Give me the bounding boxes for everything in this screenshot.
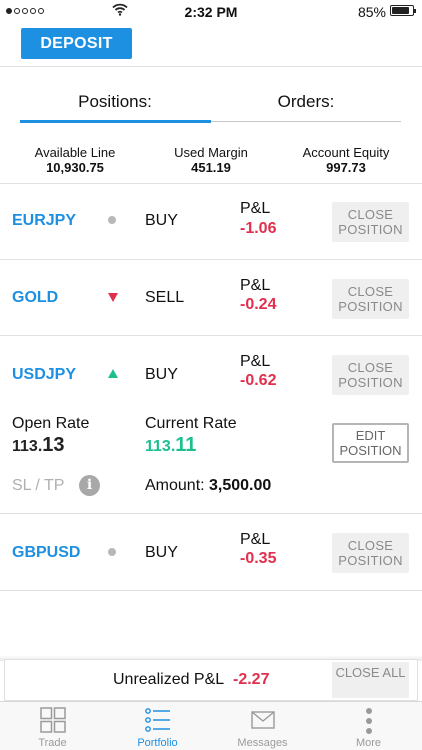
pl-label: P&L: [240, 531, 271, 548]
header-divider: [0, 66, 422, 67]
envelope-icon: [250, 711, 275, 729]
pl-value: -1.06: [240, 220, 277, 237]
nav-item-trade[interactable]: Trade: [0, 702, 105, 750]
open-rate-main: 113.: [12, 438, 43, 455]
list-icon: [144, 708, 170, 732]
down-arrow-icon: [108, 293, 118, 302]
bottom-nav: Trade Portfolio Messages More: [0, 701, 422, 750]
position-symbol[interactable]: GOLD: [12, 289, 58, 307]
more-icon: [365, 708, 372, 734]
nav-item-portfolio[interactable]: Portfolio: [105, 702, 210, 750]
position-side: BUY: [145, 544, 178, 561]
available-line-value: 10,930.75: [46, 160, 104, 175]
nav-label: More: [355, 737, 382, 749]
amount-value: 3,500.00: [209, 477, 272, 494]
nav-item-more[interactable]: More: [316, 702, 421, 750]
neutral-dot-icon: [108, 548, 116, 556]
tab-divider: [211, 121, 401, 122]
close-position-button[interactable]: CLOSE POSITION: [332, 355, 409, 395]
tab-positions[interactable]: Positions:: [20, 92, 210, 112]
status-bar: 2:32 PM 85%: [0, 0, 422, 22]
active-tab-indicator: [20, 120, 211, 123]
battery-icon: [390, 5, 416, 16]
close-all-button[interactable]: CLOSE ALL: [332, 662, 409, 698]
used-margin-summary: Used Margin 451.19: [141, 145, 281, 175]
pl-label: P&L: [240, 353, 271, 370]
close-position-button[interactable]: CLOSE POSITION: [332, 202, 409, 242]
current-rate-main: 113.: [145, 438, 176, 455]
nav-item-messages[interactable]: Messages: [210, 702, 315, 750]
position-symbol[interactable]: EURJPY: [12, 212, 76, 230]
nav-label: Messages: [237, 737, 288, 749]
amount-label: Amount:: [145, 477, 205, 494]
deposit-button[interactable]: DEPOSIT: [21, 28, 132, 59]
info-icon[interactable]: i: [79, 475, 100, 496]
pl-label: P&L: [240, 200, 271, 217]
unrealized-pl-label: Unrealized P&L: [113, 671, 225, 688]
pl-value: -0.35: [240, 550, 277, 567]
available-line-label: Available Line: [34, 145, 116, 160]
row-divider: [0, 259, 422, 260]
row-divider: [0, 590, 422, 591]
pl-label: P&L: [240, 277, 271, 294]
pl-value: -0.62: [240, 372, 277, 389]
row-divider: [0, 513, 422, 514]
tab-orders[interactable]: Orders:: [211, 92, 401, 112]
current-rate-label: Current Rate: [145, 415, 237, 432]
position-symbol[interactable]: USDJPY: [12, 366, 76, 384]
nav-label: Portfolio: [137, 737, 178, 749]
position-side: SELL: [145, 289, 185, 306]
row-divider: [0, 335, 422, 336]
used-margin-label: Used Margin: [174, 145, 248, 160]
used-margin-value: 451.19: [191, 160, 231, 175]
battery-percent: 85%: [357, 4, 386, 20]
open-rate-value: 113.13: [12, 434, 65, 457]
pl-value: -0.24: [240, 296, 277, 313]
nav-label: Trade: [38, 737, 67, 749]
current-rate-pips: 11: [175, 434, 197, 456]
account-equity-value: 997.73: [326, 160, 366, 175]
open-rate-label: Open Rate: [12, 415, 90, 432]
available-line-summary: Available Line 10,930.75: [5, 145, 145, 175]
open-rate-pips: 13: [42, 434, 65, 456]
current-rate-value: 113.11: [145, 434, 196, 457]
account-equity-label: Account Equity: [302, 145, 390, 160]
neutral-dot-icon: [108, 216, 116, 224]
account-equity-summary: Account Equity 997.73: [276, 145, 416, 175]
position-side: BUY: [145, 366, 178, 383]
close-position-button[interactable]: CLOSE POSITION: [332, 279, 409, 319]
position-symbol[interactable]: GBPUSD: [12, 544, 80, 562]
up-arrow-icon: [108, 369, 118, 378]
close-position-button[interactable]: CLOSE POSITION: [332, 533, 409, 573]
grid-icon: [39, 707, 66, 733]
sl-tp-label: SL / TP: [12, 477, 65, 494]
unrealized-pl-value: -2.27: [233, 671, 270, 688]
position-side: BUY: [145, 212, 178, 229]
row-divider: [0, 183, 422, 184]
edit-position-button[interactable]: EDIT POSITION: [332, 423, 409, 463]
